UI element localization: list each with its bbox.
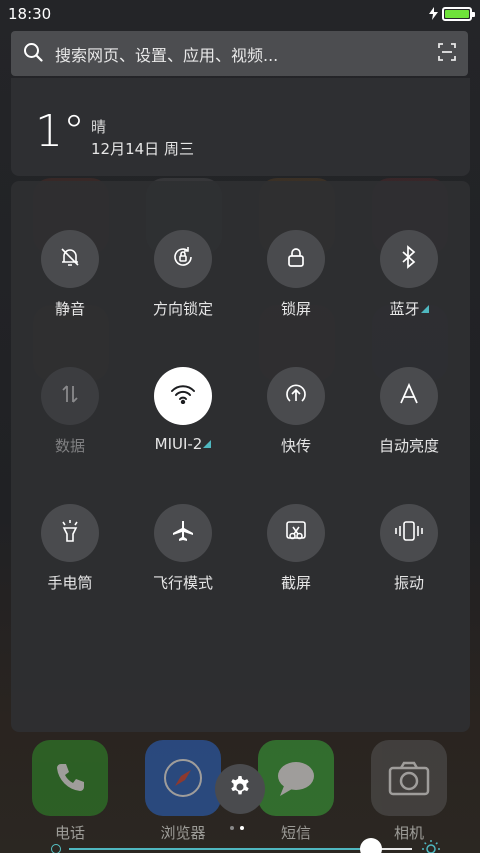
status-bar: 18:30 [0, 0, 480, 28]
toggle-wifi[interactable]: MIUI-2 [133, 367, 233, 453]
bluetooth-icon [400, 245, 418, 273]
more-options-indicator-icon [203, 440, 212, 448]
wifi-icon [170, 384, 196, 408]
brightness-track[interactable] [69, 838, 412, 853]
quick-settings-panel: 静音 方向锁定 锁屏 蓝牙 数据 MIUI-2 快传 自动亮度 手电筒 飞行模式… [11, 181, 470, 853]
toggle-auto-brightness[interactable]: 自动亮度 [359, 367, 459, 456]
toggle-circle[interactable] [41, 504, 99, 562]
brightness-fill [69, 848, 371, 850]
toggle-label: 手电筒 [47, 574, 93, 592]
toggle-label: 截屏 [280, 574, 311, 592]
toggle-mobile-data[interactable]: 数据 [20, 367, 120, 456]
toggle-circle[interactable] [267, 504, 325, 562]
dock-app-camera[interactable]: 相机 [364, 740, 454, 843]
toggle-bluetooth[interactable]: 蓝牙 [359, 230, 459, 319]
settings-gear-button[interactable] [215, 764, 265, 814]
brightness-low-icon [51, 844, 61, 853]
search-icon [23, 42, 43, 66]
dock-app-label: 短信 [280, 824, 311, 842]
more-options-indicator-icon [420, 305, 429, 313]
quick-transfer-icon [283, 381, 309, 411]
weather-temperature: 1° [35, 106, 85, 157]
camera-icon[interactable] [371, 740, 447, 816]
toggle-circle[interactable] [267, 230, 325, 288]
search-placeholder[interactable]: 搜索网页、设置、应用、视频... [55, 42, 438, 66]
page-indicator [230, 826, 244, 830]
flashlight-icon [58, 518, 82, 548]
toggle-airplane-mode[interactable]: 飞行模式 [133, 504, 233, 593]
message-icon[interactable] [258, 740, 334, 816]
toggle-label: 数据 [54, 437, 85, 455]
screenshot-icon [284, 519, 308, 547]
toggle-label: 静音 [54, 300, 85, 318]
toggle-circle[interactable] [41, 367, 99, 425]
phone-icon[interactable] [32, 740, 108, 816]
dock-app-label: 相机 [393, 824, 424, 842]
page-dot[interactable] [230, 826, 234, 830]
mobile-data-icon [60, 383, 80, 409]
battery-level-fill [445, 10, 469, 18]
dock-app-label: 浏览器 [160, 824, 206, 842]
weather-condition: 晴 [91, 118, 107, 136]
toggle-screenshot[interactable]: 截屏 [246, 504, 346, 593]
toggle-label: 快传 [280, 437, 311, 455]
status-icons [429, 5, 475, 24]
charging-bolt-icon [429, 5, 438, 24]
toggle-flashlight[interactable]: 手电筒 [20, 504, 120, 593]
toggle-lock-screen[interactable]: 锁屏 [246, 230, 346, 319]
mute-bell-icon [59, 246, 81, 272]
toggle-circle[interactable] [154, 367, 212, 425]
toggle-quick-transfer[interactable]: 快传 [246, 367, 346, 456]
weather-date: 12月14日 周三 [91, 140, 194, 158]
gear-icon [228, 775, 252, 803]
toggle-label: 飞行模式 [152, 574, 213, 592]
lock-icon [286, 246, 306, 272]
auto-brightness-icon [399, 382, 419, 409]
scan-icon[interactable] [438, 42, 456, 65]
search-bar[interactable]: 搜索网页、设置、应用、视频... [11, 31, 468, 76]
toggle-label: 自动亮度 [378, 437, 439, 455]
toggle-label: 方向锁定 [152, 300, 213, 318]
toggle-vibrate[interactable]: 振动 [359, 504, 459, 593]
status-time: 18:30 [8, 5, 52, 23]
toggle-circle[interactable] [380, 230, 438, 288]
toggle-mute[interactable]: 静音 [20, 230, 120, 319]
toggle-circle[interactable] [154, 230, 212, 288]
dock-app-label: 电话 [54, 824, 85, 842]
toggle-circle[interactable] [380, 367, 438, 425]
page-dot-active[interactable] [240, 826, 244, 830]
compass-icon[interactable] [145, 740, 221, 816]
toggle-label: 锁屏 [280, 300, 311, 318]
airplane-icon [171, 519, 195, 547]
toggle-circle[interactable] [41, 230, 99, 288]
toggle-circle[interactable] [154, 504, 212, 562]
toggle-rotation-lock[interactable]: 方向锁定 [133, 230, 233, 319]
battery-icon [442, 7, 475, 21]
toggle-label: 振动 [393, 574, 424, 592]
rotation-lock-icon [171, 245, 195, 273]
weather-card[interactable]: 1° 晴 12月14日 周三 [11, 78, 470, 176]
vibrate-icon [395, 519, 423, 547]
toggle-label: 蓝牙 [359, 298, 459, 319]
toggle-circle[interactable] [267, 367, 325, 425]
toggle-label: MIUI-2 [133, 435, 233, 453]
dock-app-phone[interactable]: 电话 [25, 740, 115, 843]
toggle-circle[interactable] [380, 504, 438, 562]
